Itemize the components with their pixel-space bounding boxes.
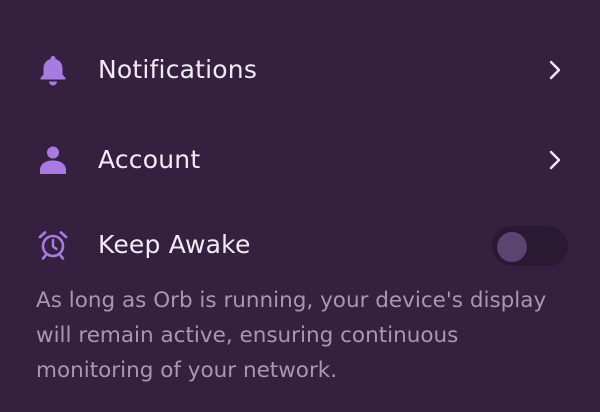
keep-awake-label: Keep Awake [98, 230, 251, 259]
notifications-label: Notifications [98, 55, 258, 84]
person-icon [36, 143, 70, 177]
keep-awake-description: As long as Orb is running, your device's… [36, 288, 547, 383]
bell-icon [36, 53, 70, 87]
account-row[interactable]: Account [0, 130, 600, 190]
settings-screen: Notifications Account Keep Awake As long… [0, 0, 600, 412]
toggle-knob [497, 232, 527, 262]
alarm-clock-icon [36, 228, 70, 262]
chevron-right-icon [546, 58, 566, 82]
account-label: Account [98, 145, 201, 174]
notifications-row[interactable]: Notifications [0, 40, 600, 100]
keep-awake-toggle[interactable] [492, 226, 568, 266]
keep-awake-row: Keep Awake [0, 215, 600, 275]
chevron-right-icon [546, 148, 566, 172]
